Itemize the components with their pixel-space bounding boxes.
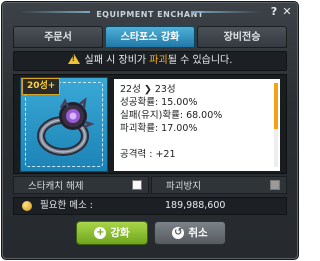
help-icon[interactable]: ? bbox=[268, 5, 280, 18]
title-decoration bbox=[192, 11, 262, 13]
ring-item-icon bbox=[37, 97, 95, 156]
cancel-button[interactable]: ↺ 취소 bbox=[154, 221, 226, 245]
item-slot[interactable]: 20성+ bbox=[20, 77, 108, 172]
meso-label: 필요한 메소 : bbox=[40, 200, 93, 211]
plus-icon: + bbox=[94, 227, 107, 239]
window-title: EQUIPMENT ENCHANT bbox=[96, 10, 204, 19]
prevent-destroy-label: 파괴방지 bbox=[166, 181, 201, 192]
enhance-label: 강화 bbox=[110, 227, 130, 239]
attack-stat: 공격력 : +21 bbox=[120, 149, 176, 160]
warning-icon bbox=[67, 54, 80, 64]
tab-starforce[interactable]: 스타포스 강화 bbox=[105, 26, 195, 48]
warning-text-highlight: 파괴 bbox=[149, 55, 168, 66]
scroll-thumb[interactable] bbox=[274, 83, 278, 129]
enchant-options: 스타캐치 해제 파괴방지 bbox=[13, 176, 287, 194]
undo-icon: ↺ bbox=[172, 227, 185, 239]
starcatch-checkbox[interactable] bbox=[132, 180, 142, 190]
title-bar[interactable]: EQUIPMENT ENCHANT ? ✕ bbox=[2, 2, 298, 22]
enchant-stats: 22성 ❯ 23성 성공확률: 15.00% 실패(유지)확률: 68.00% 파괴… bbox=[114, 79, 280, 171]
enhance-button[interactable]: + 강화 bbox=[76, 221, 148, 245]
enchant-window: EQUIPMENT ENCHANT ? ✕ 주문서 스타포스 강화 장비전승 실… bbox=[1, 1, 299, 260]
stats-scrollbar[interactable] bbox=[274, 83, 278, 167]
title-decoration bbox=[20, 11, 90, 13]
star-transition: 22성 ❯ 23성 bbox=[120, 83, 274, 96]
meso-value: 189,988,600 bbox=[165, 200, 226, 211]
fail-rate: 실패(유지)확률: 68.00% bbox=[120, 110, 223, 121]
warning-text-suffix: 될 수 있습니다. bbox=[167, 55, 233, 66]
tab-bar: 주문서 스타포스 강화 장비전승 bbox=[13, 26, 287, 48]
destroy-rate: 파괴확률: 17.00% bbox=[120, 123, 198, 134]
warning-text-prefix: 실패 시 장비가 bbox=[84, 55, 150, 66]
meso-coin-icon bbox=[22, 201, 32, 211]
meso-cost-bar: 필요한 메소 : 189,988,600 bbox=[13, 197, 287, 215]
prevent-destroy-checkbox[interactable] bbox=[270, 180, 280, 190]
cancel-label: 취소 bbox=[188, 227, 208, 239]
star-badge: 20성+ bbox=[22, 78, 61, 95]
star-from: 22성 bbox=[120, 84, 141, 95]
enchant-panel: 20성+ 22성 ❯ 23성 성공확률: 15.00% 실패(유지)확률: 68.0… bbox=[13, 74, 287, 174]
starcatch-option[interactable]: 스타캐치 해제 bbox=[13, 176, 149, 194]
star-to: 23성 bbox=[154, 84, 176, 95]
success-rate: 성공확률: 15.00% bbox=[120, 97, 198, 108]
prevent-destroy-option[interactable]: 파괴방지 bbox=[151, 176, 287, 194]
warning-banner: 실패 시 장비가 파괴될 수 있습니다. bbox=[13, 51, 287, 71]
tab-scroll[interactable]: 주문서 bbox=[13, 26, 103, 48]
arrow-right-icon: ❯ bbox=[143, 84, 152, 95]
close-icon[interactable]: ✕ bbox=[281, 5, 293, 18]
tab-transfer[interactable]: 장비전승 bbox=[197, 26, 287, 48]
starcatch-label: 스타캐치 해제 bbox=[28, 181, 84, 192]
